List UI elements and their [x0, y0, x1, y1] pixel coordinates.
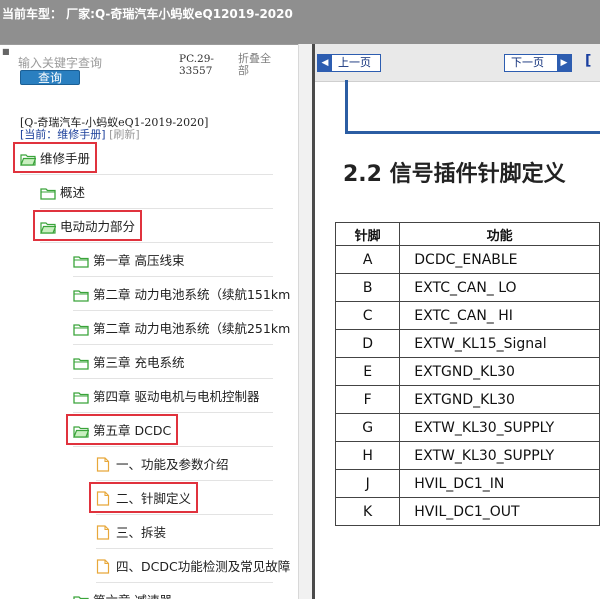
sidebar: ■ 查询 PC.29-33557 折叠全部 [Q-奇瑞汽车-小蚂蚁eQ1-201… [0, 44, 312, 599]
pin-cell: J [334, 469, 401, 498]
tree-item[interactable]: 第六章 减速器 [73, 583, 172, 599]
title-bar: 当前车型： 厂家:Q-奇瑞汽车小蚂蚁eQ12019-2020 [0, 0, 600, 44]
tree-item-label: 第一章 高压线束 [93, 253, 185, 268]
folder-icon [40, 185, 56, 200]
tree-item[interactable]: 四、DCDC功能检测及常见故障 [96, 549, 290, 582]
function-cell: EXTGND_KL30 [399, 385, 600, 414]
tree-item[interactable]: 第四章 驱动电机与电机控制器 [73, 379, 259, 412]
sidebar-scrollbar[interactable] [298, 44, 312, 599]
pin-definition-table: 针脚 功能 A DCDC_ENABLE B EXTC_CAN_ LO C EXTC_CAN… [334, 222, 600, 526]
column-header-function: 功能 [399, 222, 600, 246]
function-cell: DCDC_ENABLE [399, 245, 600, 274]
tree-item-label: 四、DCDC功能检测及常见故障 [116, 559, 291, 574]
tree-item[interactable]: 第二章 动力电池系统（续航251km [73, 311, 290, 344]
tree-item-label: 第二章 动力电池系统（续航251km [93, 321, 291, 336]
next-page-label: 下一页 [511, 56, 544, 69]
folder-icon [73, 253, 89, 268]
current-label: [当前：维修手册] [20, 128, 106, 141]
table-body: A DCDC_ENABLE B EXTC_CAN_ LO C EXTC_CAN_ HI D E… [334, 245, 600, 526]
tree-item-label: 第二章 动力电池系统（续航151km [93, 287, 291, 302]
table-row: G EXTW_KL30_SUPPLY [334, 413, 600, 442]
pin-cell: E [334, 357, 401, 386]
window-title: 当前车型： 厂家:Q-奇瑞汽车小蚂蚁eQ12019-2020 [2, 7, 293, 21]
pin-cell: D [334, 329, 401, 358]
tree-item-label: 第六章 减速器 [93, 590, 172, 599]
table-row: B EXTC_CAN_ LO [334, 273, 600, 302]
table-row: F EXTGND_KL30 [334, 385, 600, 414]
current-location: [当前：维修手册] [刷新] [20, 126, 140, 142]
pin-cell: B [334, 273, 401, 302]
next-page-button[interactable]: ▶ 下一页 [504, 54, 572, 72]
section-heading: 2.2 信号插件针脚定义 [343, 162, 566, 187]
folder-icon [73, 321, 89, 336]
document-icon [96, 525, 112, 540]
function-cell: EXTC_CAN_ LO [399, 273, 600, 302]
tree-item[interactable]: 第一章 高压线束 [73, 243, 184, 276]
folder-icon [73, 593, 89, 599]
column-header-pin: 针脚 [334, 222, 401, 246]
folder-icon [73, 355, 89, 370]
table-header-row: 针脚 功能 [334, 222, 600, 246]
sidebar-divider [0, 44, 312, 45]
page-nav-bar: ◀ 上一页 ▶ 下一页 [ [315, 44, 600, 82]
tree-item[interactable]: 第三章 充电系统 [73, 345, 184, 378]
highlight-box [66, 414, 178, 445]
highlight-box [13, 142, 97, 173]
tree-item-label: 第四章 驱动电机与电机控制器 [93, 389, 260, 404]
tree-item[interactable]: 一、功能及参数介绍 [96, 447, 229, 480]
collapse-all-link[interactable]: 折叠全部 [238, 53, 280, 77]
tree-item-label: 一、功能及参数介绍 [116, 457, 229, 472]
tree-item-label: 第三章 充电系统 [93, 355, 185, 370]
table-row: D EXTW_KL15_Signal [334, 329, 600, 358]
figure-frame [345, 80, 600, 134]
arrow-left-icon: ◀ [318, 55, 332, 71]
document-icon [96, 457, 112, 472]
function-cell: HVIL_DC1_OUT [399, 497, 600, 526]
pin-cell: F [334, 385, 401, 414]
folder-icon [73, 389, 89, 404]
pin-cell: H [334, 441, 401, 470]
table-row: C EXTC_CAN_ HI [334, 301, 600, 330]
function-cell: EXTW_KL15_Signal [399, 329, 600, 358]
nav-extra-link[interactable]: [ [585, 53, 591, 69]
table-row: A DCDC_ENABLE [334, 245, 600, 274]
tree-item[interactable]: 概述 [40, 175, 85, 208]
bullet-icon: ■ [2, 47, 10, 56]
pin-cell: K [334, 497, 401, 526]
search-button[interactable]: 查询 [20, 70, 80, 85]
search-input[interactable] [18, 55, 168, 71]
function-cell: EXTW_KL30_SUPPLY [399, 441, 600, 470]
highlight-box [89, 482, 198, 513]
refresh-link[interactable]: [刷新] [109, 128, 140, 141]
tree-item-label: 三、拆装 [116, 525, 167, 540]
highlight-box [33, 210, 142, 241]
pc-code: PC.29-33557 [179, 53, 214, 77]
arrow-right-icon: ▶ [557, 55, 571, 71]
folder-icon [73, 287, 89, 302]
table-row: K HVIL_DC1_OUT [334, 497, 600, 526]
prev-page-button[interactable]: ◀ 上一页 [317, 54, 381, 72]
tree-item[interactable]: 三、拆装 [96, 515, 166, 548]
prev-page-label: 上一页 [338, 56, 371, 69]
tree-item-label: 概述 [60, 185, 86, 200]
tree-item[interactable]: 第二章 动力电池系统（续航151km [73, 277, 290, 310]
pin-cell: A [334, 245, 401, 274]
pin-cell: G [334, 413, 401, 442]
function-cell: EXTC_CAN_ HI [399, 301, 600, 330]
function-cell: EXTW_KL30_SUPPLY [399, 413, 600, 442]
document-viewer: ◀ 上一页 ▶ 下一页 [ 2.2 信号插件针脚定义 针脚 功能 A DCDC_ENA… [315, 44, 600, 599]
function-cell: HVIL_DC1_IN [399, 469, 600, 498]
pin-cell: C [334, 301, 401, 330]
table-row: H EXTW_KL30_SUPPLY [334, 441, 600, 470]
table-row: E EXTGND_KL30 [334, 357, 600, 386]
document-icon [96, 559, 112, 574]
function-cell: EXTGND_KL30 [399, 357, 600, 386]
table-row: J HVIL_DC1_IN [334, 469, 600, 498]
